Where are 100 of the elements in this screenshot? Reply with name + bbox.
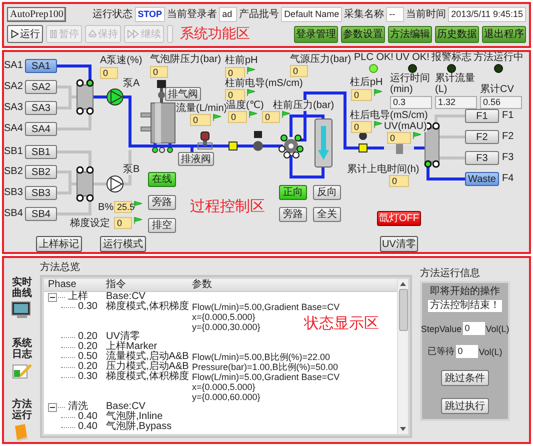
action-button[interactable]: UV清零 <box>380 236 418 252</box>
run-button[interactable]: 运行 <box>7 25 43 44</box>
tree-item[interactable]: 清洗 <box>68 402 88 412</box>
eject-icon <box>88 29 97 40</box>
column-header: 参数 <box>192 279 213 291</box>
app-logo: AutoPrep100 <box>7 6 66 22</box>
source-button[interactable]: SB2 <box>25 165 57 179</box>
tree-cell: x={0.000,5.000} <box>192 312 256 322</box>
pipe <box>434 114 465 123</box>
play-icon <box>10 29 19 40</box>
annotation-label: 过程控制区 <box>190 197 265 216</box>
outlet-button[interactable]: F3 <box>465 151 499 165</box>
source-button[interactable]: SB3 <box>25 186 57 200</box>
route-button[interactable]: 正向 <box>279 185 307 200</box>
reading-field: 0 <box>262 111 280 123</box>
line-label: SA4 <box>4 123 23 134</box>
column-header: 指令 <box>106 279 127 291</box>
tree-cell: Pressure(bar)=1.00,B比例(%)=50.00 <box>192 362 338 372</box>
line-label: SA1 <box>4 60 23 71</box>
nav-button[interactable]: 方法运行 <box>6 400 38 441</box>
reading-label: 柱后电导(mS/cm) <box>350 110 428 121</box>
tree-item[interactable]: 0.30 <box>78 372 98 382</box>
reading-label: 气源压力(bar) <box>290 54 352 65</box>
skip-button[interactable]: 跳过条件 <box>441 370 489 386</box>
valve-button[interactable]: 排气阀 <box>165 87 201 101</box>
collapse-icon[interactable] <box>48 292 57 302</box>
field-label: 产品批号 <box>239 8 280 22</box>
status-field: STOP <box>134 6 166 22</box>
value-field: Default Name <box>281 6 342 22</box>
flag-icon <box>213 114 221 121</box>
scrollbar[interactable] <box>397 279 408 434</box>
collapse-icon[interactable] <box>48 402 57 412</box>
tree-cell: Flow(L/min)=5.00,Gradient Base=CV <box>192 372 340 382</box>
route-button[interactable]: 在线 <box>148 172 176 187</box>
source-button[interactable]: SA2 <box>25 80 57 94</box>
tree-item[interactable]: 0.40 <box>78 422 98 432</box>
tree-cell: 压力模式,启动A&B <box>106 361 189 372</box>
source-button[interactable]: SA4 <box>25 122 57 136</box>
valve-button[interactable]: 排液阀 <box>178 152 214 166</box>
pump-label: 泵A <box>123 78 140 89</box>
tree-cell-text: Base:CV <box>106 292 146 302</box>
source-button[interactable]: SA3 <box>25 101 57 115</box>
source-button[interactable]: SB1 <box>25 145 57 159</box>
section-title: 方法总览 <box>40 260 81 275</box>
tree-cell: 流量模式,启动A&B <box>106 351 189 362</box>
line-label: SA3 <box>4 102 23 113</box>
reading-field: 0 <box>225 67 245 79</box>
outlet-button[interactable]: F2 <box>465 130 499 144</box>
flag-icon <box>134 217 142 224</box>
indicator-label: 报警标志 <box>431 52 472 63</box>
tree-item[interactable]: 0.20 <box>78 342 98 352</box>
route-button[interactable]: 全关 <box>313 207 341 222</box>
reading-label: 温度(℃) <box>226 100 264 111</box>
tree-item[interactable]: 0.20 <box>78 332 98 342</box>
outlet-label: F4 <box>502 173 514 184</box>
pipe <box>93 96 107 98</box>
route-button[interactable]: 反向 <box>313 185 341 200</box>
source-button[interactable]: SA1 <box>25 59 57 73</box>
line-label: SA2 <box>4 81 23 92</box>
reading-label: 梯度设定 <box>70 218 110 229</box>
tree-item[interactable]: 0.40 <box>78 412 98 422</box>
route-button[interactable]: 旁路 <box>148 195 176 210</box>
pause-icon <box>49 29 58 40</box>
menu-button[interactable]: 方法编辑 <box>388 26 432 43</box>
menu-button[interactable]: 参数设置 <box>341 26 385 43</box>
tree-item[interactable]: 上样 <box>68 292 88 302</box>
value-field: 0 <box>456 345 478 358</box>
reading-field: 0 <box>100 67 118 79</box>
valve-icon <box>228 142 238 150</box>
info-label: 已等待 <box>428 345 455 358</box>
lamp-button[interactable]: 氙灯OFF <box>377 211 421 226</box>
bubble-trap-drawing <box>140 102 176 153</box>
menu-button[interactable]: 登录管理 <box>294 26 338 43</box>
indicator-label: PLC OK! <box>354 52 394 63</box>
field-label: 当前时间 <box>406 8 446 22</box>
reading-field: 0 <box>225 89 245 101</box>
action-button[interactable]: 上样标记 <box>36 236 82 252</box>
tree-item[interactable]: 0.50 <box>78 352 98 362</box>
total-label: 累计流量(L) <box>435 73 477 95</box>
pressure-sensor-icon <box>253 131 263 151</box>
tree-item[interactable]: 0.30 <box>78 302 98 312</box>
source-button[interactable]: SB4 <box>25 207 57 221</box>
outlet-button[interactable]: Waste <box>465 172 499 186</box>
next-step-field: 方法控制结束！ <box>428 300 502 312</box>
outlet-button[interactable]: F1 <box>465 109 499 123</box>
route-button[interactable]: 排空 <box>148 218 176 233</box>
menu-button[interactable]: 历史数据 <box>435 26 479 43</box>
nav-button[interactable]: 系统日志 <box>6 339 38 380</box>
nav-button[interactable]: 实时曲线 <box>6 278 38 319</box>
flow-meter-icon <box>198 132 212 150</box>
reading-label: 流量(L/min) <box>176 103 228 114</box>
flag-icon <box>134 201 142 208</box>
route-button[interactable]: 旁路 <box>279 207 307 222</box>
action-button[interactable]: 运行模式 <box>100 236 146 252</box>
sensor-icon <box>358 132 368 152</box>
indicator-label: UV OK! <box>395 52 430 63</box>
skip-button[interactable]: 跳过执行 <box>441 398 489 414</box>
menu-button[interactable]: 退出程序 <box>482 26 526 43</box>
tree-item[interactable]: 0.20 <box>78 362 98 372</box>
field-label: 采集名称 <box>344 8 384 22</box>
